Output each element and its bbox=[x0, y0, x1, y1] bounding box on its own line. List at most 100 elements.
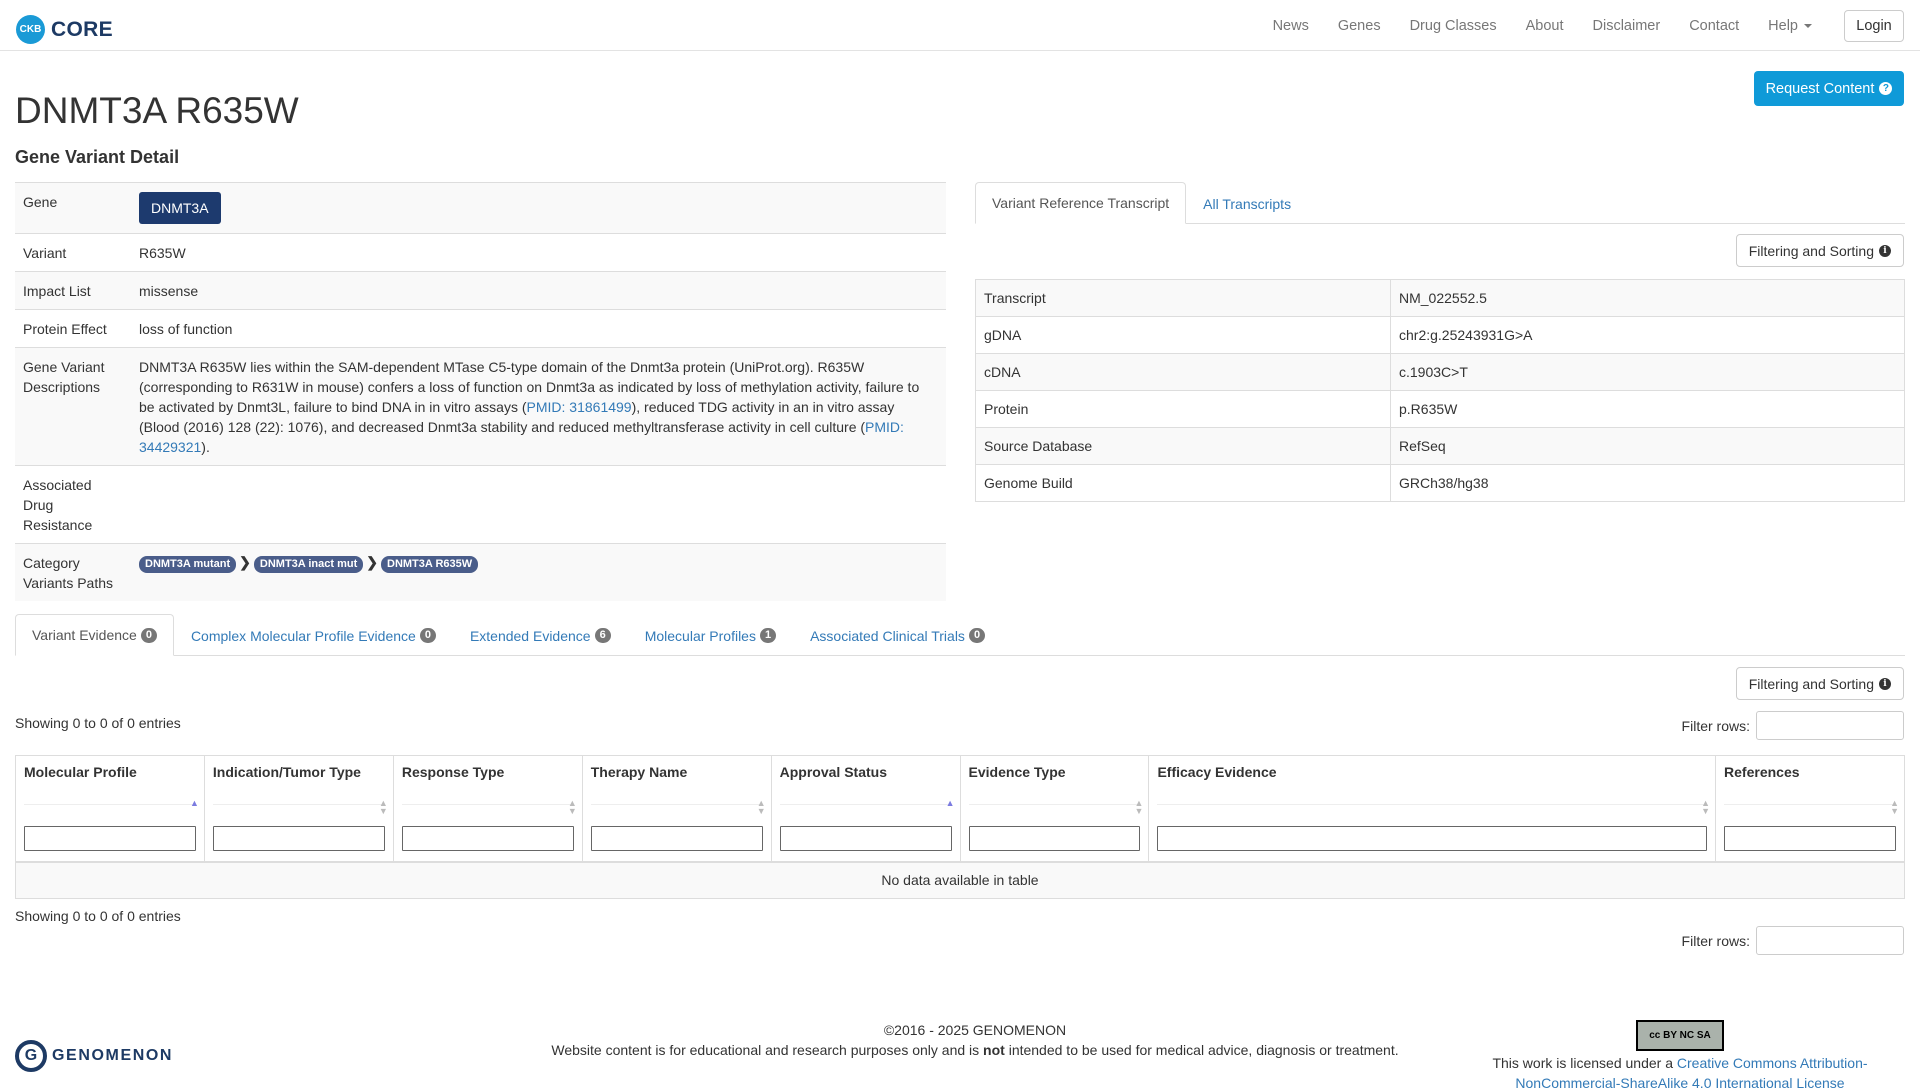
category-path-badge[interactable]: DNMT3A inact mut bbox=[253, 556, 364, 573]
license-prefix: This work is licensed under a bbox=[1492, 1055, 1677, 1071]
column-header-evidence-type[interactable]: Evidence Type ▲ ▼ bbox=[959, 755, 1150, 863]
tab-complex-molecular-profile-evidence[interactable]: Complex Molecular Profile Evidence 0 bbox=[174, 614, 453, 656]
transcript-value: RefSeq bbox=[1390, 427, 1905, 465]
footer-notice: ©2016 - 2025 GENOMENON Website content i… bbox=[480, 1020, 1470, 1060]
request-content-button[interactable]: Request Content ? bbox=[1754, 71, 1904, 106]
transcript-label: Source Database bbox=[975, 427, 1391, 465]
column-filter-input[interactable] bbox=[590, 826, 763, 851]
column-filter-input[interactable] bbox=[24, 826, 196, 851]
column-filter-input[interactable] bbox=[779, 826, 952, 851]
detail-label: Impact List bbox=[15, 271, 131, 310]
login-button[interactable]: Login bbox=[1844, 10, 1904, 42]
column-header-therapy-name[interactable]: Therapy Name ▲ ▼ bbox=[581, 755, 772, 863]
nav-drug-classes[interactable]: Drug Classes bbox=[1410, 18, 1497, 34]
disclaimer-part: Website content is for educational and r… bbox=[551, 1042, 984, 1058]
copyright: ©2016 - 2025 GENOMENON bbox=[883, 1022, 1067, 1038]
nav-genes[interactable]: Genes bbox=[1338, 18, 1381, 34]
nav-contact[interactable]: Contact bbox=[1689, 18, 1739, 34]
filter-rows-top: Filter rows: bbox=[1682, 711, 1904, 740]
ckb-logo-icon: CKB bbox=[16, 15, 45, 44]
transcript-label: cDNA bbox=[975, 353, 1391, 391]
column-header-approval-status[interactable]: Approval Status ▲ bbox=[770, 755, 961, 863]
sort-icon[interactable]: ▲ ▼ bbox=[757, 799, 766, 816]
evidence-filtering-sorting-button[interactable]: Filtering and Sorting i bbox=[1735, 667, 1904, 700]
nav-links: News Genes Drug Classes About Disclaimer… bbox=[1244, 0, 1812, 51]
column-label: Efficacy Evidence bbox=[1157, 764, 1277, 780]
category-path-badge[interactable]: DNMT3A mutant bbox=[139, 556, 237, 573]
filter-rows-label: Filter rows: bbox=[1681, 932, 1750, 949]
filter-rows-input[interactable] bbox=[1756, 711, 1904, 740]
count-badge: 0 bbox=[140, 627, 157, 643]
transcript-table: Transcript NM_022552.5 gDNA chr2:g.2524393… bbox=[975, 279, 1905, 502]
column-header-indication[interactable]: Indication/Tumor Type ▲ ▼ bbox=[203, 755, 394, 863]
disclaimer-text: Website content is for educational and r… bbox=[480, 1040, 1470, 1060]
column-header-response-type[interactable]: Response Type ▲ ▼ bbox=[392, 755, 583, 863]
filtering-sorting-label: Filtering and Sorting bbox=[1748, 242, 1874, 259]
tab-all-transcripts[interactable]: All Transcripts bbox=[1186, 182, 1308, 224]
sort-icon[interactable]: ▲ ▼ bbox=[568, 799, 577, 816]
nav-disclaimer[interactable]: Disclaimer bbox=[1593, 18, 1661, 34]
count-badge: 0 bbox=[968, 628, 986, 643]
count-badge: 0 bbox=[419, 628, 436, 643]
genomenon-logo-link[interactable]: G GENOMENON bbox=[15, 1040, 173, 1072]
transcript-label: Protein bbox=[975, 390, 1391, 428]
tab-molecular-profiles[interactable]: Molecular Profiles 1 bbox=[628, 614, 793, 656]
sort-asc-icon[interactable]: ▲ bbox=[190, 799, 199, 808]
filter-rows-input[interactable] bbox=[1756, 926, 1904, 955]
divider bbox=[590, 804, 763, 805]
sort-icon[interactable]: ▲ ▼ bbox=[1701, 799, 1710, 816]
transcript-label: Genome Build bbox=[975, 464, 1391, 502]
detail-label: Gene Variant Descriptions bbox=[15, 347, 131, 466]
transcript-value: c.1903C>T bbox=[1390, 353, 1905, 391]
nav-news[interactable]: News bbox=[1273, 18, 1309, 34]
nav-about[interactable]: About bbox=[1526, 18, 1564, 34]
footer-license: cc BY NC SA This work is licensed under … bbox=[1480, 1020, 1880, 1091]
transcript-row: gDNA chr2:g.25243931G>A bbox=[975, 316, 1905, 354]
tab-variant-reference-transcript[interactable]: Variant Reference Transcript bbox=[975, 182, 1187, 224]
pmid-link[interactable]: PMID: 31861499 bbox=[527, 399, 632, 415]
detail-value: missense bbox=[131, 271, 946, 310]
empty-table-message: No data available in table bbox=[15, 861, 1905, 899]
column-filter-input[interactable] bbox=[1724, 826, 1896, 851]
sort-icon[interactable]: ▲ ▼ bbox=[1135, 799, 1144, 816]
column-filter-input[interactable] bbox=[212, 826, 385, 851]
detail-row-impact: Impact List missense bbox=[15, 271, 946, 310]
chevron-right-icon: ❯ bbox=[366, 554, 378, 570]
detail-row-gene: Gene DNMT3A bbox=[15, 182, 946, 234]
chevron-right-icon: ❯ bbox=[239, 554, 251, 570]
transcript-filtering-sorting-button[interactable]: Filtering and Sorting i bbox=[1735, 234, 1904, 267]
count-badge: 1 bbox=[759, 628, 777, 643]
sort-icon[interactable]: ▲ ▼ bbox=[1890, 799, 1899, 816]
tab-associated-clinical-trials[interactable]: Associated Clinical Trials 0 bbox=[793, 614, 1002, 656]
disclaimer-bold: not bbox=[983, 1042, 1005, 1058]
detail-label: Category Variants Paths bbox=[15, 543, 131, 601]
sort-icon[interactable]: ▲ ▼ bbox=[379, 799, 388, 816]
genomenon-logo-text: GENOMENON bbox=[52, 1047, 174, 1064]
divider bbox=[1724, 804, 1896, 805]
column-header-molecular-profile[interactable]: Molecular Profile ▲ bbox=[15, 755, 205, 863]
count-badge: 6 bbox=[594, 628, 611, 643]
column-filter-input[interactable] bbox=[968, 826, 1141, 851]
column-header-efficacy-evidence[interactable]: Efficacy Evidence ▲ ▼ bbox=[1148, 755, 1717, 863]
transcript-value: GRCh38/hg38 bbox=[1390, 464, 1905, 502]
transcript-tabs: Variant Reference Transcript All Transcr… bbox=[975, 182, 1905, 224]
showing-entries-top: Showing 0 to 0 of 0 entries bbox=[15, 715, 181, 731]
transcript-row: cDNA c.1903C>T bbox=[975, 353, 1905, 391]
creative-commons-icon[interactable]: cc BY NC SA bbox=[1636, 1020, 1724, 1051]
column-label: Molecular Profile bbox=[24, 764, 137, 780]
nav-help-dropdown[interactable]: Help bbox=[1768, 18, 1812, 34]
evidence-tabs: Variant Evidence 0 Complex Molecular Prof… bbox=[15, 614, 1905, 656]
detail-row-resistance: Associated Drug Resistance bbox=[15, 465, 946, 544]
variant-description: DNMT3A R635W lies within the SAM-depende… bbox=[131, 347, 946, 466]
tab-extended-evidence[interactable]: Extended Evidence 6 bbox=[453, 614, 628, 656]
detail-value bbox=[131, 465, 946, 544]
column-header-references[interactable]: References ▲ ▼ bbox=[1715, 755, 1905, 863]
gene-badge-link[interactable]: DNMT3A bbox=[139, 192, 221, 224]
category-path-badge[interactable]: DNMT3A R635W bbox=[381, 556, 479, 573]
column-filter-input[interactable] bbox=[401, 826, 574, 851]
detail-label: Gene bbox=[15, 182, 131, 234]
sort-asc-icon[interactable]: ▲ bbox=[946, 799, 955, 808]
column-filter-input[interactable] bbox=[1157, 826, 1708, 851]
brand-logo-link[interactable]: CKB CORE bbox=[16, 15, 113, 44]
tab-variant-evidence[interactable]: Variant Evidence 0 bbox=[15, 614, 174, 656]
